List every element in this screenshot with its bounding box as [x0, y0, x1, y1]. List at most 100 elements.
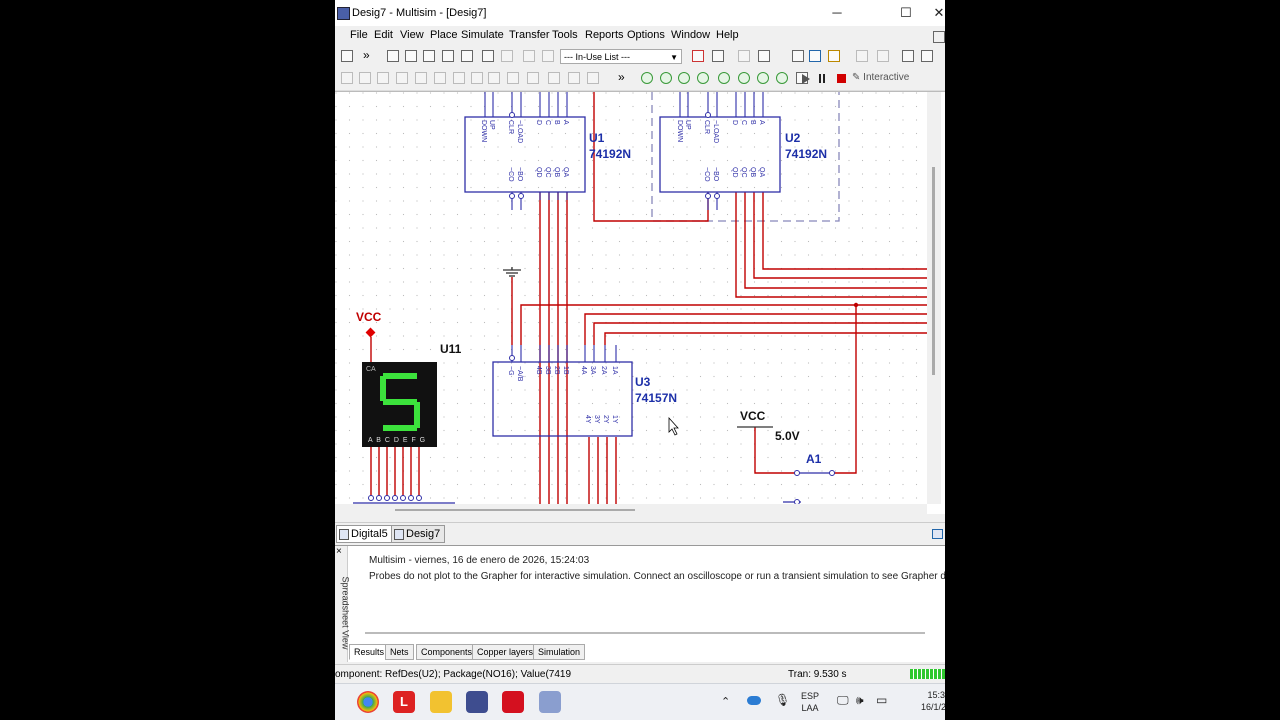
opamp-icon[interactable] [434, 72, 446, 84]
minimize-button[interactable]: ─ [819, 4, 855, 22]
u3-ref[interactable]: U3 [635, 375, 651, 389]
menu-window[interactable]: Window [671, 29, 710, 41]
multisim-taskbar-icon[interactable] [466, 691, 488, 713]
pause-icon[interactable] [819, 74, 821, 83]
horizontal-scrollbar[interactable] [335, 504, 927, 514]
tab-components[interactable]: Components [416, 644, 478, 660]
transistor-icon[interactable] [415, 72, 427, 84]
back-annotate-icon[interactable] [501, 50, 513, 62]
electrical-rules-icon[interactable] [692, 50, 704, 62]
power-component-icon[interactable] [548, 72, 560, 84]
menu-file[interactable]: File [350, 29, 368, 41]
misc-digital-icon[interactable] [488, 72, 500, 84]
folder-icon[interactable] [430, 691, 452, 713]
tab-results[interactable]: Results [349, 644, 390, 660]
tab-copper-layers[interactable]: Copper layers [472, 644, 539, 660]
vertical-scrollbar[interactable] [927, 92, 941, 504]
letter-l-app-icon[interactable]: L [393, 691, 415, 713]
schematic-canvas[interactable]: DOWN UP CLR ~LOAD D C B A DOWN UP CLR ~LOAD D C B A~CO ~… [335, 92, 927, 504]
menu-edit[interactable]: Edit [374, 29, 393, 41]
inuse-list-dropdown[interactable]: --- In-Use List --- ▼ [560, 49, 682, 64]
resistor-icon[interactable] [359, 72, 371, 84]
u2-part[interactable]: 74192N [785, 147, 827, 161]
network-icon[interactable]: 🖵 [837, 694, 849, 706]
cloud-icon[interactable] [747, 696, 761, 705]
indicator-icon[interactable] [527, 72, 539, 84]
close-button[interactable]: ✕ [932, 4, 945, 22]
ttl-icon[interactable] [453, 72, 465, 84]
multimeter-icon[interactable] [641, 72, 653, 84]
spreadsheet-icon[interactable] [405, 50, 417, 62]
switch-a1-label[interactable]: A1 [806, 452, 822, 466]
menu-simulate[interactable]: Simulate [461, 29, 504, 41]
stop-icon[interactable] [837, 74, 846, 83]
word-generator-icon[interactable] [738, 72, 750, 84]
chrome-icon[interactable] [357, 691, 379, 713]
volume-icon[interactable]: 🕪 [856, 694, 864, 706]
menu-options[interactable]: Options [627, 29, 665, 41]
postprocessor-icon[interactable] [461, 50, 473, 62]
ground-icon[interactable] [341, 72, 353, 84]
oscilloscope-icon[interactable] [697, 72, 709, 84]
vcc-right-label[interactable]: VCC [740, 409, 766, 423]
u11-ref[interactable]: U11 [440, 342, 462, 356]
new-file-icon[interactable] [341, 50, 353, 62]
results-scrollbar[interactable] [365, 632, 925, 634]
misc-icon[interactable] [568, 72, 580, 84]
education-icon[interactable] [809, 50, 821, 62]
sheet-tab-desig7[interactable]: Desig7 [391, 525, 446, 543]
copy-icon[interactable] [542, 50, 554, 62]
menu-transfer[interactable]: Transfer [509, 29, 550, 41]
chevron-up-icon[interactable]: ⌃ [721, 696, 730, 708]
zoom-out-icon[interactable] [921, 50, 933, 62]
toolbar-expand-icon[interactable]: » [363, 48, 370, 62]
tab-nets[interactable]: Nets [385, 644, 414, 660]
menu-reports[interactable]: Reports [585, 29, 624, 41]
zoom-in-icon[interactable] [902, 50, 914, 62]
play-icon[interactable] [802, 74, 810, 84]
menu-tools[interactable]: Tools [552, 29, 578, 41]
eye-icon[interactable] [758, 50, 770, 62]
search-icon[interactable] [792, 50, 804, 62]
erc-icon[interactable] [482, 50, 494, 62]
component-wizard-icon[interactable] [442, 50, 454, 62]
close-panel-icon[interactable]: × [336, 546, 342, 557]
toolbar2-expand-icon[interactable]: » [618, 70, 625, 84]
snipping-tool-icon[interactable] [539, 691, 561, 713]
vcc-left-label[interactable]: VCC [356, 310, 382, 324]
u3-part[interactable]: 74157N [635, 391, 677, 405]
u1-ref[interactable]: U1 [589, 131, 605, 145]
capacitor-icon[interactable] [377, 72, 389, 84]
database-icon[interactable] [423, 50, 435, 62]
function-generator-icon[interactable] [660, 72, 672, 84]
logic-converter-icon[interactable] [776, 72, 788, 84]
help-icon[interactable] [828, 50, 840, 62]
forward-annotate-icon[interactable] [523, 50, 535, 62]
rf-icon[interactable] [587, 72, 599, 84]
language-indicator[interactable]: ESP LAA [801, 690, 819, 714]
menu-view[interactable]: View [400, 29, 424, 41]
wattmeter-icon[interactable] [678, 72, 690, 84]
tab-simulation[interactable]: Simulation [533, 644, 586, 660]
sheet-tab-digital5[interactable]: Digital5 [336, 525, 393, 543]
microphone-icon[interactable]: 🎙 [775, 694, 790, 706]
layout-icon[interactable] [877, 50, 889, 62]
voltage-label[interactable]: 5.0V [775, 429, 800, 443]
mixed-icon[interactable] [507, 72, 519, 84]
menu-help[interactable]: Help [716, 29, 739, 41]
grid-icon[interactable] [856, 50, 868, 62]
bode-plotter-icon[interactable] [718, 72, 730, 84]
u2-ref[interactable]: U2 [785, 131, 801, 145]
cmos-icon[interactable] [471, 72, 483, 84]
horizontal-scroll-thumb[interactable] [395, 509, 635, 511]
maximize-button[interactable]: ☐ [888, 4, 924, 22]
diode-icon[interactable] [396, 72, 408, 84]
grapher-icon[interactable] [387, 50, 399, 62]
menu-place[interactable]: Place [430, 29, 458, 41]
mdi-restore-icon[interactable] [933, 31, 945, 43]
logic-analyzer-icon[interactable] [757, 72, 769, 84]
probe-icon[interactable] [712, 50, 724, 62]
u1-part[interactable]: 74192N [589, 147, 631, 161]
acrobat-icon[interactable] [502, 691, 524, 713]
bom-icon[interactable] [738, 50, 750, 62]
